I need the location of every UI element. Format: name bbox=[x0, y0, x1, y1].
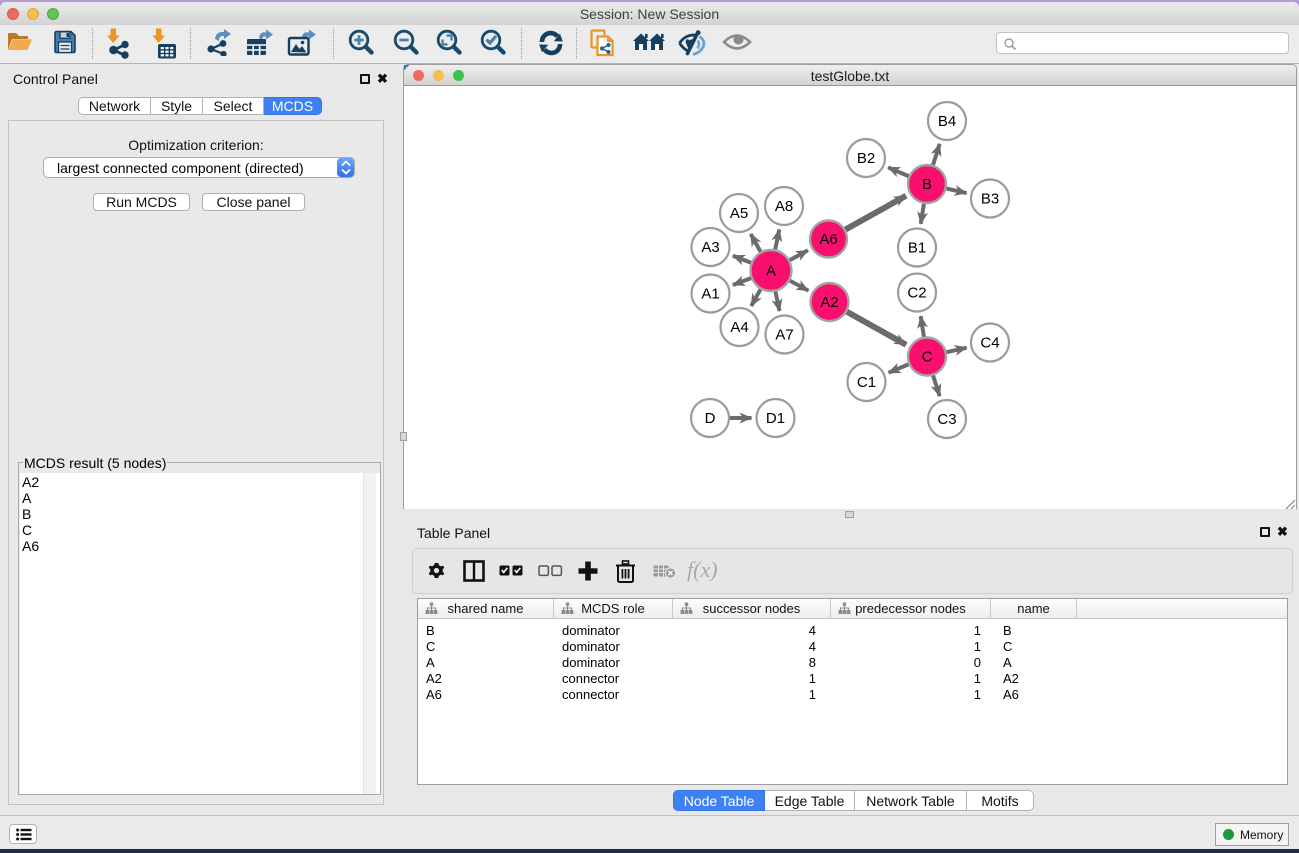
svg-text:A5: A5 bbox=[730, 205, 748, 222]
svg-text:A1: A1 bbox=[701, 286, 719, 303]
svg-text:C3: C3 bbox=[937, 411, 956, 428]
svg-text:B: B bbox=[922, 176, 932, 193]
svg-text:A7: A7 bbox=[775, 327, 793, 344]
svg-text:B4: B4 bbox=[938, 113, 956, 130]
svg-text:D: D bbox=[705, 410, 716, 427]
svg-text:C4: C4 bbox=[980, 335, 999, 352]
svg-text:A4: A4 bbox=[730, 319, 748, 336]
svg-text:C: C bbox=[922, 349, 933, 366]
svg-text:C1: C1 bbox=[857, 374, 876, 391]
svg-text:D1: D1 bbox=[766, 410, 785, 427]
svg-text:A8: A8 bbox=[775, 198, 793, 215]
svg-text:B1: B1 bbox=[908, 240, 926, 257]
svg-text:A: A bbox=[766, 263, 776, 280]
svg-text:A3: A3 bbox=[701, 239, 719, 256]
svg-text:B2: B2 bbox=[857, 150, 875, 167]
svg-text:C2: C2 bbox=[907, 285, 926, 302]
svg-text:A2: A2 bbox=[820, 294, 838, 311]
svg-text:A6: A6 bbox=[819, 231, 837, 248]
svg-text:B3: B3 bbox=[981, 191, 999, 208]
